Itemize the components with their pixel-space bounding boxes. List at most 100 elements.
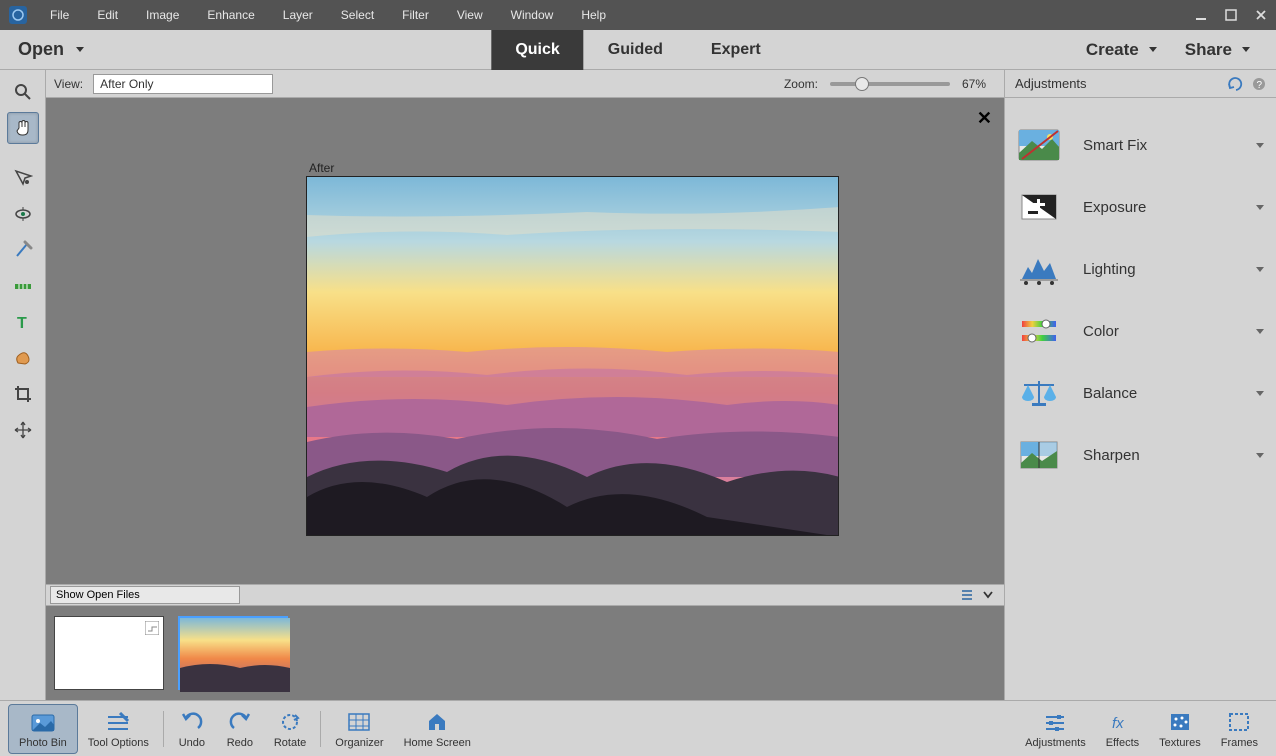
help-icon[interactable]: ? bbox=[1252, 77, 1266, 91]
view-select[interactable]: After Only bbox=[93, 74, 273, 94]
adjust-exposure[interactable]: Exposure bbox=[1017, 176, 1264, 238]
adjust-label: Smart Fix bbox=[1083, 137, 1234, 154]
effects-button[interactable]: fx Effects bbox=[1096, 705, 1149, 753]
effects-icon: fx bbox=[1109, 709, 1135, 735]
button-label: Rotate bbox=[274, 737, 306, 749]
reset-icon[interactable] bbox=[1228, 77, 1244, 91]
menu-bar: File Edit Image Enhance Layer Select Fil… bbox=[0, 0, 1276, 30]
button-label: Home Screen bbox=[404, 737, 471, 749]
textures-icon bbox=[1167, 709, 1193, 735]
chevron-down-icon bbox=[1256, 329, 1264, 334]
bin-select-value: Show Open Files bbox=[56, 589, 140, 601]
app-logo bbox=[0, 0, 36, 30]
button-label: Effects bbox=[1106, 737, 1139, 749]
menu-window[interactable]: Window bbox=[497, 0, 568, 30]
mode-bar: Open Quick Guided Expert Create Share bbox=[0, 30, 1276, 70]
share-button[interactable]: Share bbox=[1171, 40, 1264, 60]
adjust-label: Color bbox=[1083, 323, 1234, 340]
zoom-tool[interactable] bbox=[7, 76, 39, 108]
tab-expert[interactable]: Expert bbox=[687, 30, 785, 70]
dropdown-icon bbox=[1242, 47, 1250, 52]
adjust-label: Exposure bbox=[1083, 199, 1234, 216]
bin-thumb-photo[interactable] bbox=[178, 616, 288, 690]
photo[interactable] bbox=[306, 176, 839, 536]
menu-help[interactable]: Help bbox=[567, 0, 620, 30]
menu-file[interactable]: File bbox=[36, 0, 83, 30]
button-label: Textures bbox=[1159, 737, 1201, 749]
redeye-tool[interactable] bbox=[7, 198, 39, 230]
button-label: Frames bbox=[1221, 737, 1258, 749]
adjust-lighting[interactable]: Lighting bbox=[1017, 238, 1264, 300]
after-label: After bbox=[309, 161, 334, 175]
bin-thumb-blank[interactable] bbox=[54, 616, 164, 690]
mode-tabs: Quick Guided Expert bbox=[491, 30, 784, 70]
adjustments-button[interactable]: Adjustments bbox=[1015, 705, 1096, 753]
redo-button[interactable]: Redo bbox=[216, 705, 264, 753]
type-tool[interactable]: T bbox=[7, 306, 39, 338]
menu-edit[interactable]: Edit bbox=[83, 0, 132, 30]
spot-heal-tool[interactable] bbox=[7, 342, 39, 374]
frames-icon bbox=[1226, 709, 1252, 735]
bin-menu-icon[interactable] bbox=[960, 588, 974, 602]
adjust-label: Balance bbox=[1083, 385, 1234, 402]
whiten-teeth-tool[interactable] bbox=[7, 234, 39, 266]
close-button[interactable] bbox=[1246, 4, 1276, 26]
homescreen-button[interactable]: Home Screen bbox=[394, 705, 481, 753]
zoom-slider[interactable] bbox=[830, 82, 950, 86]
balance-icon bbox=[1017, 375, 1061, 411]
photobin-button[interactable]: Photo Bin bbox=[8, 704, 78, 754]
maximize-button[interactable] bbox=[1216, 4, 1246, 26]
menu-enhance[interactable]: Enhance bbox=[193, 0, 268, 30]
chevron-down-icon bbox=[1256, 205, 1264, 210]
canvas-area: View: After Only Zoom: 67% ✕ After bbox=[46, 70, 1004, 700]
rotate-button[interactable]: Rotate bbox=[264, 705, 316, 753]
tooloptions-icon bbox=[105, 709, 131, 735]
minimize-button[interactable] bbox=[1186, 4, 1216, 26]
canvas[interactable]: ✕ After bbox=[46, 98, 1004, 584]
bin-select[interactable]: Show Open Files bbox=[50, 586, 240, 604]
hand-tool[interactable] bbox=[7, 112, 39, 144]
slider-thumb[interactable] bbox=[855, 77, 869, 91]
adjust-balance[interactable]: Balance bbox=[1017, 362, 1264, 424]
redo-icon bbox=[227, 709, 253, 735]
menu-select[interactable]: Select bbox=[327, 0, 388, 30]
close-document-button[interactable]: ✕ bbox=[977, 108, 992, 129]
create-button[interactable]: Create bbox=[1072, 40, 1171, 60]
adjust-smartfix[interactable]: Smart Fix bbox=[1017, 114, 1264, 176]
chevron-down-icon bbox=[1256, 391, 1264, 396]
move-tool[interactable] bbox=[7, 414, 39, 446]
sliders-icon bbox=[1042, 709, 1068, 735]
tab-guided[interactable]: Guided bbox=[584, 30, 687, 70]
view-select-value: After Only bbox=[100, 77, 153, 91]
open-button[interactable]: Open bbox=[0, 39, 102, 60]
adjust-label: Lighting bbox=[1083, 261, 1234, 278]
organizer-icon bbox=[346, 709, 372, 735]
photobin-icon bbox=[30, 709, 56, 735]
crop-tool[interactable] bbox=[7, 378, 39, 410]
menu-view[interactable]: View bbox=[443, 0, 497, 30]
menu-image[interactable]: Image bbox=[132, 0, 193, 30]
bin-collapse-icon[interactable] bbox=[982, 588, 994, 602]
adjustments-header: Adjustments ? bbox=[1005, 70, 1276, 98]
dropdown-icon bbox=[1149, 47, 1157, 52]
adjust-sharpen[interactable]: Sharpen bbox=[1017, 424, 1264, 486]
menu-filter[interactable]: Filter bbox=[388, 0, 443, 30]
zoom-label: Zoom: bbox=[784, 77, 818, 91]
undo-button[interactable]: Undo bbox=[168, 705, 216, 753]
organizer-button[interactable]: Organizer bbox=[325, 705, 393, 753]
button-label: Adjustments bbox=[1025, 737, 1086, 749]
button-label: Tool Options bbox=[88, 737, 149, 749]
tab-quick[interactable]: Quick bbox=[491, 30, 583, 70]
textures-button[interactable]: Textures bbox=[1149, 705, 1211, 753]
menu-layer[interactable]: Layer bbox=[269, 0, 327, 30]
svg-text:T: T bbox=[17, 315, 27, 332]
tooloptions-button[interactable]: Tool Options bbox=[78, 705, 159, 753]
adjust-color[interactable]: Color bbox=[1017, 300, 1264, 362]
straighten-tool[interactable] bbox=[7, 270, 39, 302]
quick-select-tool[interactable] bbox=[7, 162, 39, 194]
chevron-down-icon bbox=[1256, 453, 1264, 458]
bin-bar: Show Open Files bbox=[46, 584, 1004, 606]
open-label: Open bbox=[18, 39, 64, 60]
chevron-down-icon bbox=[1256, 143, 1264, 148]
frames-button[interactable]: Frames bbox=[1211, 705, 1268, 753]
